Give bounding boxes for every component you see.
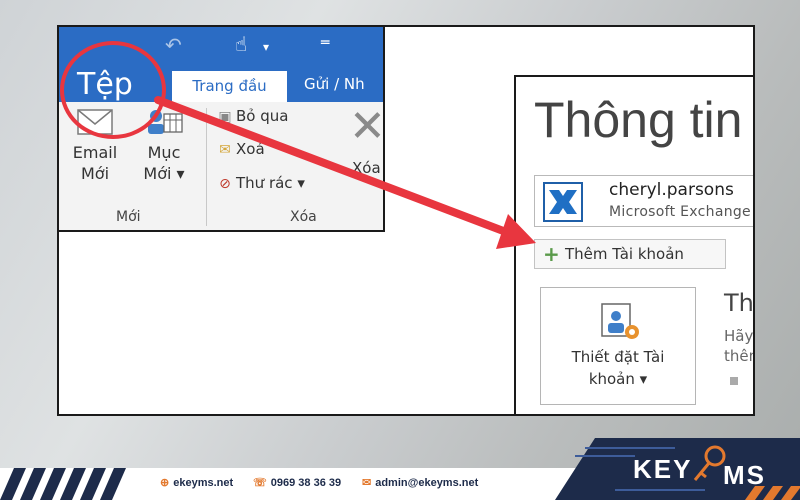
footer-website[interactable]: ⊕ ekeyms.net [160,476,233,489]
decorative-stripes [0,468,126,500]
account-settings-button[interactable]: Thiết đặt Tài khoản ▾ [540,287,696,405]
account-settings-icon [601,303,639,339]
account-type: Microsoft Exchange [609,204,751,220]
footer-email[interactable]: ✉ admin@ekeyms.net [362,476,478,489]
brand-logo-backdrop: KEY MS [555,438,800,500]
page-title: Thông tin [534,92,743,148]
junk-button[interactable]: ⊘ Thư rác ▾ [214,173,305,194]
add-account-button[interactable]: + Thêm Tài khoản [534,239,726,269]
tab-send-receive[interactable]: Gửi / Nh [304,67,383,102]
settings-heading: Th [724,289,754,317]
settings-desc-line2: thêm [724,347,753,365]
backstage-view: Thông tin cheryl.parsons Microsoft Excha… [514,75,754,414]
add-account-label: Thêm Tài khoản [565,245,684,263]
footer-phone[interactable]: ☏ 0969 38 36 39 [253,476,341,489]
account-settings-label-1: Thiết đặt Tài [571,348,665,366]
undo-icon[interactable]: ↶ [165,35,182,55]
settings-desc-line1: Hãy [724,327,754,345]
ignore-label: Bỏ qua [236,107,289,125]
account-selector[interactable]: cheryl.parsons Microsoft Exchange [534,175,753,227]
ignore-button[interactable]: ▣ Bỏ qua [214,106,288,127]
svg-text:KEY: KEY [633,454,692,484]
globe-icon: ⊕ [160,477,170,489]
account-settings-label: Thiết đặt Tài khoản ▾ [541,346,695,390]
delete-icon[interactable]: ✕ [349,102,383,152]
new-items-label-2: Mới ▾ [143,164,185,183]
new-email-label-2: Mới [80,164,110,183]
email-text: admin@ekeyms.net [375,477,479,489]
tab-home[interactable]: Trang đầu [172,71,287,102]
group-separator [206,108,207,226]
group-label-delete: Xóa [290,209,317,225]
junk-icon: ⊘ [219,175,231,192]
account-name: cheryl.parsons [609,180,734,200]
group-label-new: Mới [116,209,141,225]
cleanup-button[interactable]: ✉ Xoá [214,139,265,160]
phone-text: 0969 38 36 39 [270,477,342,489]
customize-qat-icon[interactable]: ═ [321,33,329,53]
touch-mode-icon[interactable]: ☝ [235,34,247,54]
junk-label: Thư rác ▾ [236,174,305,192]
highlight-circle [60,41,166,139]
mail-icon: ✉ [362,477,372,489]
ignore-icon: ▣ [218,108,232,125]
outlook-ribbon: ↶ ☝ ▾ ═ Tệp Trang đầu Gửi / Nh Email Mới [59,27,385,232]
website-text: ekeyms.net [173,477,234,489]
cleanup-icon: ✉ [219,141,231,158]
phone-icon: ☏ [253,477,267,489]
bullet-marker [730,377,738,385]
account-settings-label-2: khoản ▾ [588,370,648,388]
chevron-down-icon[interactable]: ▾ [263,37,269,57]
cleanup-label: Xoá [236,140,265,158]
exchange-icon [543,182,583,222]
new-email-label-1: Email [72,143,118,162]
new-items-label-1: Mục [147,143,181,162]
svg-text:MS: MS [723,460,766,490]
delete-button-label[interactable]: Xóa [352,159,381,177]
plus-icon: + [543,242,560,266]
screenshot-frame: ↶ ☝ ▾ ═ Tệp Trang đầu Gửi / Nh Email Mới [57,25,755,416]
